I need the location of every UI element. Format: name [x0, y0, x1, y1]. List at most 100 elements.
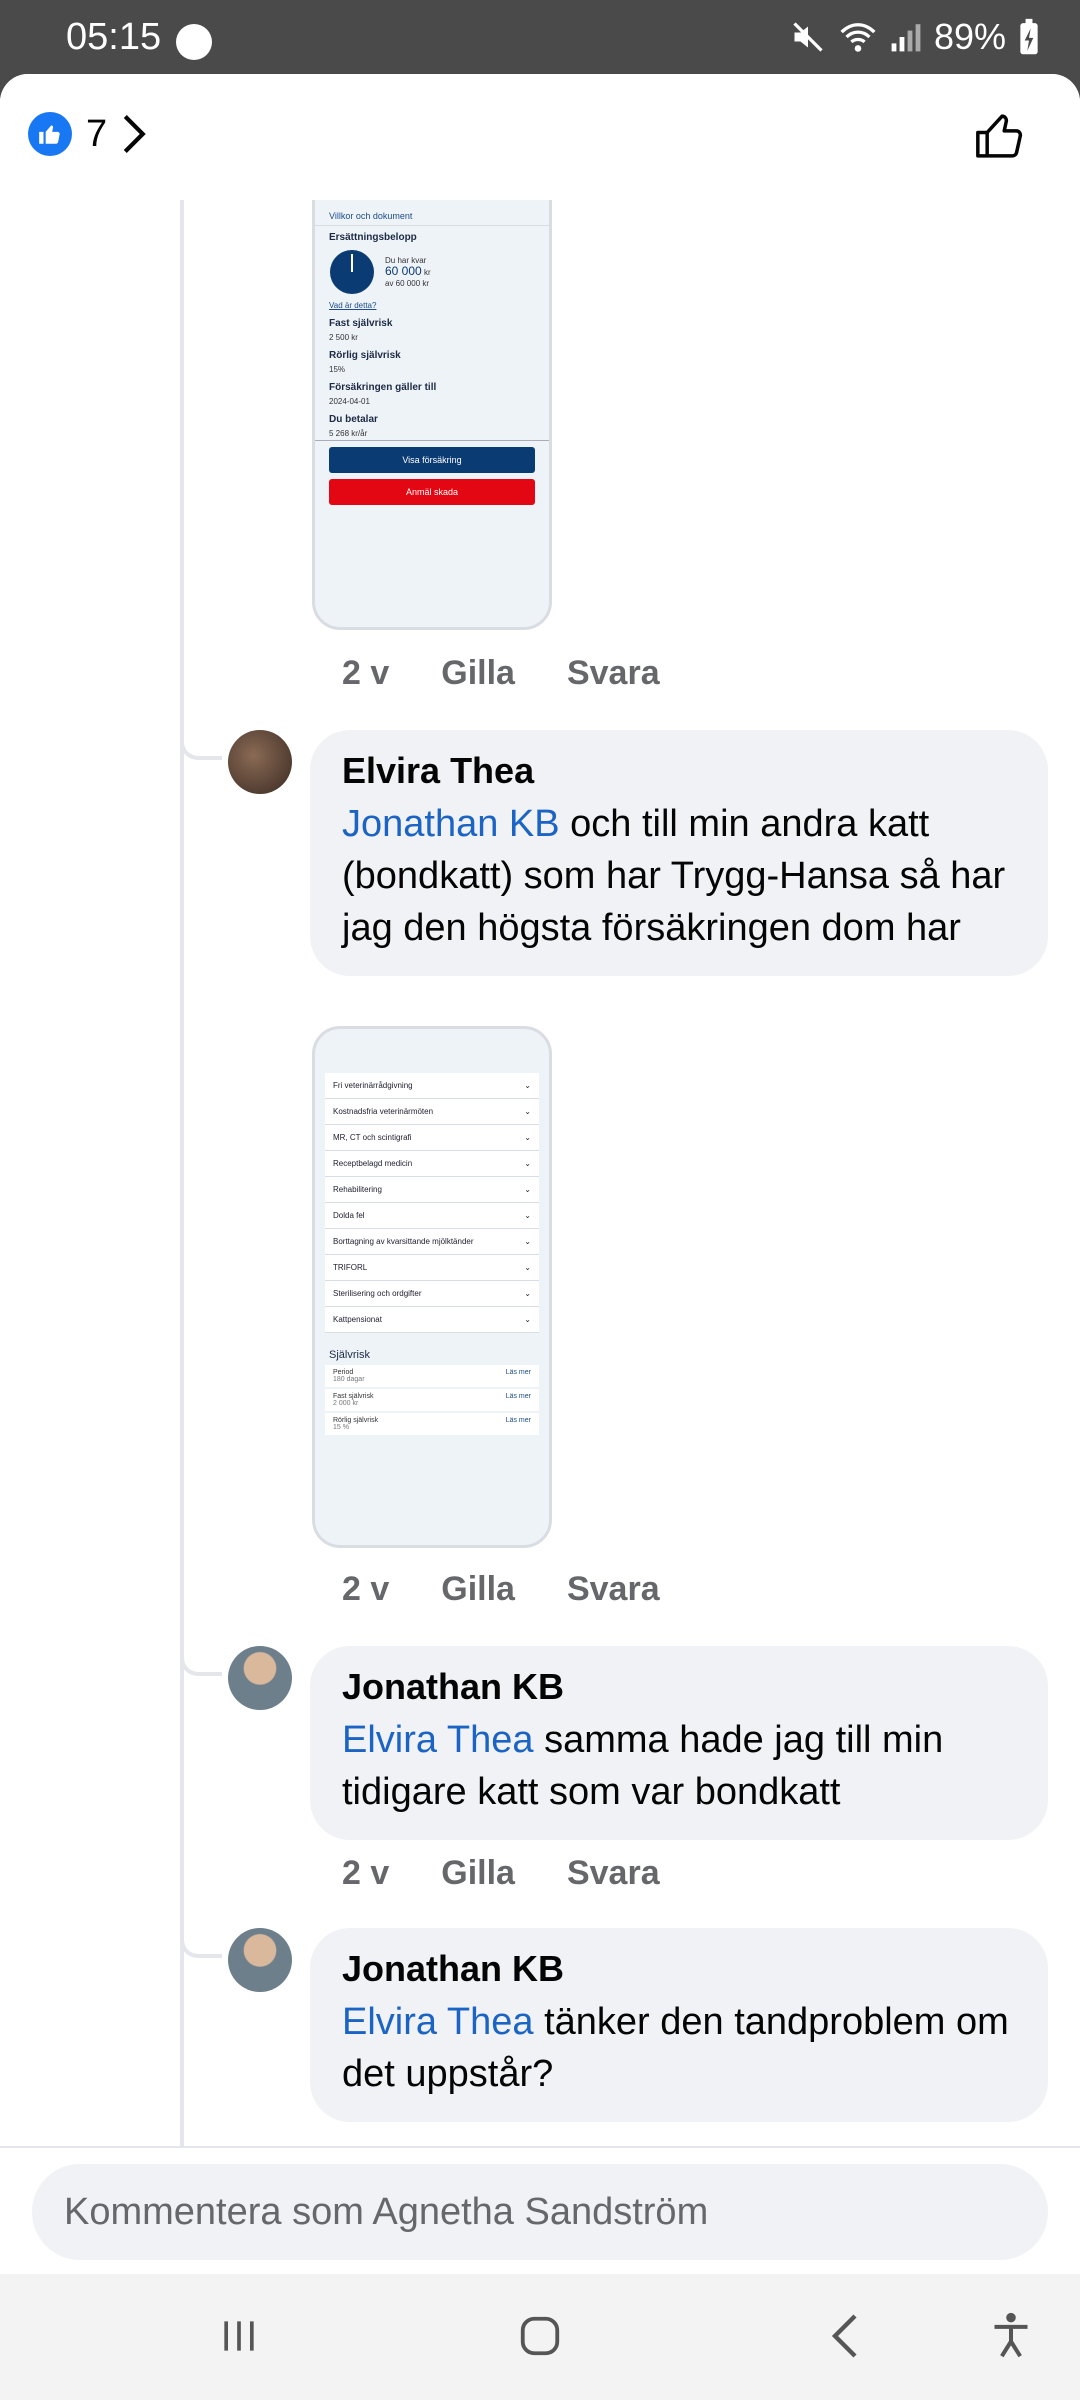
- home-icon: [520, 2316, 560, 2356]
- shot2-row-label: Rehabilitering: [333, 1185, 382, 1194]
- like-action[interactable]: Gilla: [441, 654, 515, 693]
- comment-time: 2 v: [342, 1570, 390, 1608]
- shot2-row: Rehabilitering ⌄: [325, 1177, 539, 1203]
- shot2-row: Sterilisering och ordgifter ⌄: [325, 1281, 539, 1307]
- like-action[interactable]: Gilla: [441, 1570, 515, 1609]
- shot2-risk-row: Fast självrisk 2 000 kr Läs mer: [325, 1389, 539, 1411]
- status-icons: 89%: [790, 16, 1040, 58]
- shot2-row: Fri veterinärrådgivning ⌄: [325, 1073, 539, 1099]
- chevron-down-icon: ⌄: [524, 1211, 531, 1220]
- shot2-risk-label: Period: [333, 1369, 354, 1376]
- shot1-row: Villkor och dokument: [315, 207, 549, 226]
- shot2-section: Självrisk: [329, 1349, 370, 1361]
- sheet-header: 7: [0, 74, 1080, 200]
- comment-bubble[interactable]: Jonathan KB Elvira Thea tänker den tandp…: [310, 1928, 1048, 2122]
- chevron-down-icon: ⌄: [524, 1263, 531, 1272]
- shot2-risk-value: 2 000 kr: [333, 1400, 359, 1407]
- signal-icon: [891, 24, 921, 52]
- recents-icon: [224, 2321, 254, 2351]
- comment-text: Jonathan KB och till min andra katt (bon…: [342, 798, 1016, 954]
- chevron-down-icon: ⌄: [524, 1133, 531, 1142]
- shot2-risk-link: Läs mer: [505, 1393, 531, 1400]
- avatar[interactable]: [228, 1646, 292, 1710]
- reply-action[interactable]: Svara: [567, 654, 660, 693]
- wifi-icon: [840, 23, 876, 52]
- comment-author[interactable]: Jonathan KB: [342, 1948, 1016, 1990]
- chevron-down-icon: ⌄: [524, 1107, 531, 1116]
- shot2-risk-link: Läs mer: [505, 1369, 531, 1376]
- composer-bar: Kommentera som Agnetha Sandström: [0, 2146, 1080, 2274]
- like-outline-icon[interactable]: [972, 108, 1028, 164]
- comment-bubble[interactable]: Jonathan KB Elvira Thea samma hade jag t…: [310, 1646, 1048, 1840]
- reactions-summary[interactable]: 7: [28, 112, 147, 156]
- battery-charging-icon: [1020, 18, 1038, 55]
- shot1-galler-value: 2024-04-01: [329, 397, 370, 406]
- shot1-visa-button: Visa försäkring: [329, 447, 535, 473]
- comment-time: 2 v: [342, 654, 390, 692]
- shot1-fast-label: Fast självrisk: [329, 318, 393, 329]
- shot2-row: Kattpensionat ⌄: [325, 1307, 539, 1333]
- reply-action[interactable]: Svara: [567, 1854, 660, 1893]
- thread-connector: [180, 734, 222, 760]
- shot2-row: MR, CT och scintigrafi ⌄: [325, 1125, 539, 1151]
- like-action[interactable]: Gilla: [441, 1854, 515, 1893]
- reply-action[interactable]: Svara: [567, 1570, 660, 1609]
- shot1-anmal-button: Anmäl skada: [329, 479, 535, 505]
- gauge-unit: kr: [423, 268, 431, 277]
- shot2-risk-label: Rörlig självrisk: [333, 1417, 379, 1424]
- shot2-row: Borttagning av kvarsittande mjölktänder ⌄: [325, 1229, 539, 1255]
- shot2-row-label: TRIFORL: [333, 1263, 368, 1272]
- shot2-row-label: Receptbelagd medicin: [333, 1159, 413, 1168]
- accessibility-button[interactable]: [976, 2304, 1046, 2368]
- chevron-right-icon: [123, 115, 146, 153]
- shot2-row-label: Borttagning av kvarsittande mjölktänder: [333, 1237, 474, 1246]
- shot2-risk-row: Rörlig självrisk 15 % Läs mer: [325, 1413, 539, 1435]
- shot1-rorlig-label: Rörlig självrisk: [329, 350, 401, 361]
- call-icon: [176, 24, 212, 60]
- thread-line: [180, 200, 184, 2230]
- shot2-risk-value: 15 %: [333, 1424, 349, 1431]
- shot1-betalar-label: Du betalar: [329, 414, 378, 425]
- shot2-risk-link: Läs mer: [505, 1417, 531, 1424]
- comment-image-2[interactable]: Fri veterinärrådgivning ⌄ Kostnadsfria vet…: [312, 1026, 552, 1548]
- avatar[interactable]: [228, 1928, 292, 1992]
- comment-input[interactable]: Kommentera som Agnetha Sandström: [32, 2164, 1048, 2260]
- like-reaction-icon: [28, 112, 72, 156]
- status-bar: 05:15 89%: [0, 0, 1080, 74]
- shot2-row: Dolda fel ⌄: [325, 1203, 539, 1229]
- status-time: 05:15: [66, 16, 162, 58]
- mention-link[interactable]: Elvira Thea: [342, 2001, 534, 2043]
- thread-connector: [180, 1932, 222, 1958]
- shot2-row: TRIFORL ⌄: [325, 1255, 539, 1281]
- back-button[interactable]: [810, 2304, 880, 2368]
- shot1-galler-label: Försäkringen gäller till: [329, 382, 437, 393]
- chevron-down-icon: ⌄: [524, 1185, 531, 1194]
- shot2-risk-row: Period 180 dagar Läs mer: [325, 1365, 539, 1387]
- comment-author[interactable]: Elvira Thea: [342, 750, 1016, 792]
- chevron-down-icon: ⌄: [524, 1159, 531, 1168]
- mention-link[interactable]: Jonathan KB: [342, 803, 560, 845]
- comment-bubble[interactable]: Elvira Thea Jonathan KB och till min and…: [310, 730, 1048, 976]
- battery-percent: 89%: [933, 16, 1006, 57]
- gauge-amount: 60 000: [385, 264, 422, 278]
- shot2-row: Kostnadsfria veterinärmöten ⌄: [325, 1099, 539, 1125]
- thread-connector: [180, 1650, 222, 1676]
- home-button[interactable]: [505, 2304, 575, 2368]
- shot2-row-label: Sterilisering och ordgifter: [333, 1289, 422, 1298]
- shot2-row-label: MR, CT och scintigrafi: [333, 1133, 412, 1142]
- shot2-risk-value: 180 dagar: [333, 1376, 365, 1383]
- shot1-info-link: Vad är detta?: [329, 301, 377, 310]
- comment-text: Elvira Thea samma hade jag till min tidi…: [342, 1714, 1016, 1818]
- shot2-row-label: Kostnadsfria veterinärmöten: [333, 1107, 434, 1116]
- gauge-icon: [330, 250, 374, 294]
- comment-author[interactable]: Jonathan KB: [342, 1666, 1016, 1708]
- gauge-total: av 60 000 kr: [385, 279, 430, 288]
- recents-button[interactable]: [204, 2304, 274, 2368]
- mention-link[interactable]: Elvira Thea: [342, 1719, 534, 1761]
- chevron-down-icon: ⌄: [524, 1081, 531, 1090]
- shot2-row-label: Fri veterinärrådgivning: [333, 1081, 413, 1090]
- shot1-fast-value: 2 500 kr: [329, 333, 358, 342]
- comment-time: 2 v: [342, 1854, 390, 1892]
- avatar[interactable]: [228, 730, 292, 794]
- shot2-row-label: Dolda fel: [333, 1211, 365, 1220]
